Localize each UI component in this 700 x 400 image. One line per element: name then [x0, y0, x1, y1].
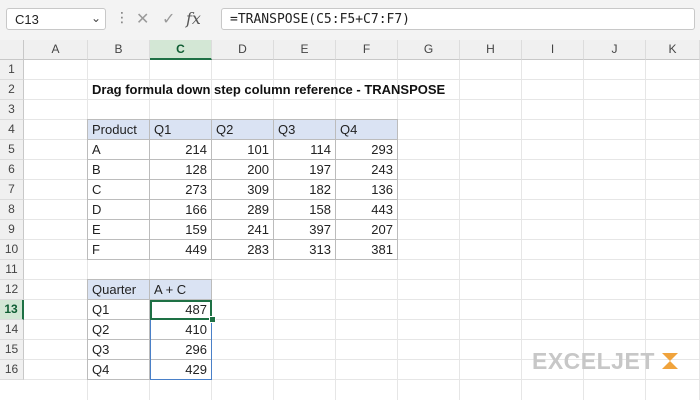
- row-header-12[interactable]: 12: [0, 280, 24, 300]
- table-cell[interactable]: 283: [212, 240, 274, 260]
- table-cell[interactable]: Q2: [87, 320, 150, 340]
- table-cell[interactable]: 289: [212, 200, 274, 220]
- fill-handle[interactable]: [209, 316, 216, 323]
- column-header-e[interactable]: E: [274, 40, 336, 60]
- column-header-a[interactable]: A: [24, 40, 88, 60]
- table-cell[interactable]: 114: [274, 140, 336, 160]
- table-cell[interactable]: D: [87, 200, 150, 220]
- select-all-corner[interactable]: [0, 40, 24, 60]
- table-cell[interactable]: 293: [336, 140, 398, 160]
- table-cell[interactable]: 397: [274, 220, 336, 240]
- row-header-1[interactable]: 1: [0, 60, 24, 80]
- name-box[interactable]: C13 ⌄: [6, 8, 106, 30]
- formula-input[interactable]: =TRANSPOSE(C5:F5+C7:F7): [221, 8, 695, 30]
- row-header-2[interactable]: 2: [0, 80, 24, 100]
- table-cell[interactable]: 101: [212, 140, 274, 160]
- table-cell[interactable]: C: [87, 180, 150, 200]
- row-header-5[interactable]: 5: [0, 140, 24, 160]
- column-header-f[interactable]: F: [336, 40, 398, 60]
- table-cell[interactable]: 313: [274, 240, 336, 260]
- column-header-c[interactable]: C: [150, 40, 212, 60]
- row-header-14[interactable]: 14: [0, 320, 24, 340]
- table-cell[interactable]: 214: [150, 140, 212, 160]
- table-header-cell[interactable]: Q2: [212, 119, 274, 140]
- column-header-h[interactable]: H: [460, 40, 522, 60]
- column-header-d[interactable]: D: [212, 40, 274, 60]
- grid-line: [521, 60, 522, 400]
- grid-line: [459, 60, 460, 400]
- table-header-cell[interactable]: Q4: [336, 119, 398, 140]
- table-cell[interactable]: 136: [336, 180, 398, 200]
- table-cell[interactable]: A: [87, 140, 150, 160]
- exceljet-logo: EXCELJET: [532, 348, 655, 374]
- table-cell[interactable]: 166: [150, 200, 212, 220]
- table-cell[interactable]: 207: [336, 220, 398, 240]
- column-header-k[interactable]: K: [646, 40, 700, 60]
- table-cell[interactable]: 309: [212, 180, 274, 200]
- table-cell[interactable]: F: [87, 240, 150, 260]
- table-header-cell[interactable]: A + C: [150, 279, 212, 300]
- column-header-j[interactable]: J: [584, 40, 646, 60]
- formula-actions: ✕ ✓ fx: [132, 7, 218, 31]
- formula-text: =TRANSPOSE(C5:F5+C7:F7): [230, 12, 411, 27]
- row-header-11[interactable]: 11: [0, 260, 24, 280]
- row-header-10[interactable]: 10: [0, 240, 24, 260]
- chevron-down-icon[interactable]: ⌄: [91, 11, 101, 25]
- active-cell-border: [150, 300, 212, 320]
- table-cell[interactable]: 197: [274, 160, 336, 180]
- table-cell[interactable]: Q3: [87, 340, 150, 360]
- table-cell[interactable]: 182: [274, 180, 336, 200]
- table-header-cell[interactable]: Product: [87, 119, 150, 140]
- table-cell[interactable]: E: [87, 220, 150, 240]
- confirm-icon[interactable]: ✓: [162, 9, 175, 29]
- row-header-15[interactable]: 15: [0, 340, 24, 360]
- table-cell[interactable]: 443: [336, 200, 398, 220]
- table-header-cell[interactable]: Q3: [274, 119, 336, 140]
- name-box-value: C13: [15, 12, 39, 27]
- table-cell[interactable]: 158: [274, 200, 336, 220]
- table-cell[interactable]: 273: [150, 180, 212, 200]
- exceljet-logo-icon: [662, 353, 678, 369]
- table-cell[interactable]: 243: [336, 160, 398, 180]
- table-header-cell[interactable]: Quarter: [87, 279, 150, 300]
- table-cell[interactable]: 200: [212, 160, 274, 180]
- table-cell[interactable]: B: [87, 160, 150, 180]
- table-cell[interactable]: 128: [150, 160, 212, 180]
- table-cell[interactable]: Q4: [87, 360, 150, 380]
- table-header-cell[interactable]: Q1: [150, 119, 212, 140]
- column-header-g[interactable]: G: [398, 40, 460, 60]
- row-header-3[interactable]: 3: [0, 100, 24, 120]
- table-cell[interactable]: 159: [150, 220, 212, 240]
- formula-bar: C13 ⌄ ⋮ ✕ ✓ fx =TRANSPOSE(C5:F5+C7:F7): [0, 0, 700, 41]
- table-cell[interactable]: 241: [212, 220, 274, 240]
- table-cell[interactable]: 449: [150, 240, 212, 260]
- row-header-13[interactable]: 13: [0, 300, 24, 320]
- table-cell[interactable]: Q1: [87, 300, 150, 320]
- row-header-7[interactable]: 7: [0, 180, 24, 200]
- row-header-8[interactable]: 8: [0, 200, 24, 220]
- column-header-i[interactable]: I: [522, 40, 584, 60]
- insert-function-icon[interactable]: fx: [186, 9, 201, 28]
- column-header-b[interactable]: B: [88, 40, 150, 60]
- row-header-4[interactable]: 4: [0, 120, 24, 140]
- table-cell[interactable]: 381: [336, 240, 398, 260]
- sheet-title: Drag formula down step column reference …: [92, 82, 446, 97]
- row-header-6[interactable]: 6: [0, 160, 24, 180]
- more-options-icon[interactable]: ⋮: [115, 9, 129, 26]
- row-header-9[interactable]: 9: [0, 220, 24, 240]
- cancel-icon[interactable]: ✕: [136, 9, 149, 29]
- row-header-16[interactable]: 16: [0, 360, 24, 380]
